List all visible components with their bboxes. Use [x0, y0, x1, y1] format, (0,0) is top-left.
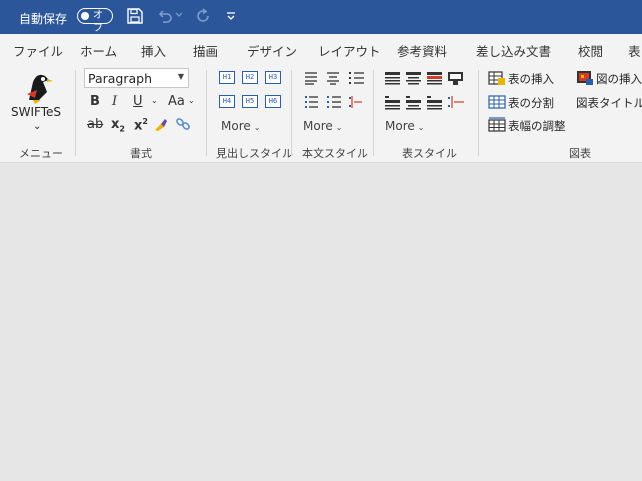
- headings-more-button[interactable]: More ⌄: [221, 119, 260, 133]
- group-separator: [373, 70, 374, 156]
- body-align-icons[interactable]: [304, 70, 368, 86]
- chevron-down-icon: ⌄: [253, 123, 261, 132]
- group-label-format: 書式: [130, 147, 152, 160]
- subscript-mark: 2: [119, 124, 125, 134]
- heading6-button[interactable]: H6: [265, 95, 281, 108]
- heading1-button[interactable]: H1: [219, 71, 235, 84]
- ribbon-tabs: ファイル ホーム 挿入 描画 デザイン レイアウト 参考資料 差し込み文書 校閲…: [0, 34, 642, 64]
- adjust-table-width-button[interactable]: 表幅の調整: [508, 118, 566, 134]
- table-width-icon[interactable]: [488, 117, 506, 133]
- tab-review[interactable]: 校閲: [578, 41, 603, 60]
- autosave-toggle[interactable]: オフ: [77, 8, 113, 34]
- body-style-more-button[interactable]: More ⌄: [303, 119, 342, 133]
- bold-button[interactable]: B: [90, 94, 100, 109]
- title-bar: 自動保存 オフ: [0, 0, 642, 34]
- paragraph-style-dropdown[interactable]: Paragraph ▼: [84, 68, 189, 88]
- group-separator: [291, 70, 292, 156]
- tab-table[interactable]: 表: [628, 41, 641, 60]
- more-label: More: [221, 119, 251, 133]
- group-label-figures: 図表: [569, 147, 591, 160]
- underline-dropdown-icon[interactable]: ⌄: [151, 96, 158, 105]
- table-style-more-button[interactable]: More ⌄: [385, 119, 424, 133]
- insert-figure-button[interactable]: 図の挿入: [596, 71, 642, 87]
- table-style-icons-row1[interactable]: [384, 70, 468, 86]
- insert-figure-icon[interactable]: [576, 70, 594, 86]
- tab-home[interactable]: ホーム: [80, 41, 117, 60]
- document-canvas[interactable]: [0, 163, 642, 481]
- paragraph-style-value: Paragraph: [88, 71, 153, 86]
- group-separator: [75, 70, 76, 156]
- redo-icon[interactable]: [194, 7, 212, 25]
- table-style-icons-row2[interactable]: [384, 94, 468, 110]
- autosave-label: 自動保存: [19, 12, 68, 26]
- group-separator: [478, 70, 479, 156]
- change-case-button[interactable]: Aa: [168, 94, 185, 109]
- split-table-icon[interactable]: [488, 94, 506, 110]
- more-label: More: [385, 119, 415, 133]
- autosave-state: オフ: [93, 10, 103, 34]
- italic-button[interactable]: I: [112, 94, 117, 109]
- case-dropdown-icon[interactable]: ⌄: [188, 96, 195, 105]
- group-label-headings: 見出しスタイル: [216, 147, 293, 160]
- tab-file[interactable]: ファイル: [13, 41, 63, 60]
- insert-table-icon[interactable]: [488, 70, 506, 86]
- clear-formatting-brush-icon[interactable]: [153, 116, 169, 132]
- tab-references[interactable]: 参考資料: [397, 41, 447, 60]
- group-label-menu: メニュー: [19, 147, 63, 160]
- heading4-button[interactable]: H4: [219, 95, 235, 108]
- ribbon: SWIFTeS ⌄ メニュー Paragraph ▼ B I U ⌄ Aa ⌄ …: [0, 64, 642, 163]
- tab-insert[interactable]: 挿入: [141, 41, 166, 60]
- superscript-mark: 2: [142, 117, 148, 126]
- save-icon[interactable]: [126, 7, 144, 25]
- swiftes-label[interactable]: SWIFTeS: [11, 105, 61, 119]
- chevron-down-icon: ⌄: [335, 123, 343, 132]
- tab-draw[interactable]: 描画: [193, 41, 218, 60]
- undo-dropdown-icon[interactable]: [175, 11, 183, 19]
- subscript-button[interactable]: x2: [111, 117, 125, 134]
- heading2-button[interactable]: H2: [242, 71, 258, 84]
- customize-toolbar-icon[interactable]: [226, 11, 236, 21]
- chevron-down-icon: ⌄: [417, 123, 425, 132]
- body-list-icons[interactable]: [304, 94, 368, 110]
- link-icon[interactable]: [175, 116, 191, 132]
- tab-mailings[interactable]: 差し込み文書: [476, 41, 551, 60]
- heading5-button[interactable]: H5: [242, 95, 258, 108]
- strikethrough-button[interactable]: ab: [87, 117, 103, 132]
- figure-caption-button[interactable]: 図表タイトル変: [576, 95, 642, 111]
- chevron-down-icon: ▼: [177, 72, 184, 81]
- group-separator: [206, 70, 207, 156]
- swiftes-bird-icon[interactable]: [23, 70, 53, 104]
- underline-button[interactable]: U: [133, 94, 143, 109]
- group-label-table-style: 表スタイル: [402, 147, 457, 160]
- superscript-button[interactable]: x2: [134, 117, 148, 133]
- group-label-body-style: 本文スタイル: [302, 147, 368, 160]
- more-label: More: [303, 119, 333, 133]
- toggle-knob: [81, 11, 89, 20]
- heading3-button[interactable]: H3: [265, 71, 281, 84]
- tab-design[interactable]: デザイン: [247, 41, 297, 60]
- tab-layout[interactable]: レイアウト: [318, 41, 381, 60]
- insert-table-button[interactable]: 表の挿入: [508, 71, 554, 87]
- swiftes-chevron-icon[interactable]: ⌄: [33, 121, 41, 132]
- undo-icon[interactable]: [156, 7, 174, 25]
- split-table-button[interactable]: 表の分割: [508, 95, 554, 111]
